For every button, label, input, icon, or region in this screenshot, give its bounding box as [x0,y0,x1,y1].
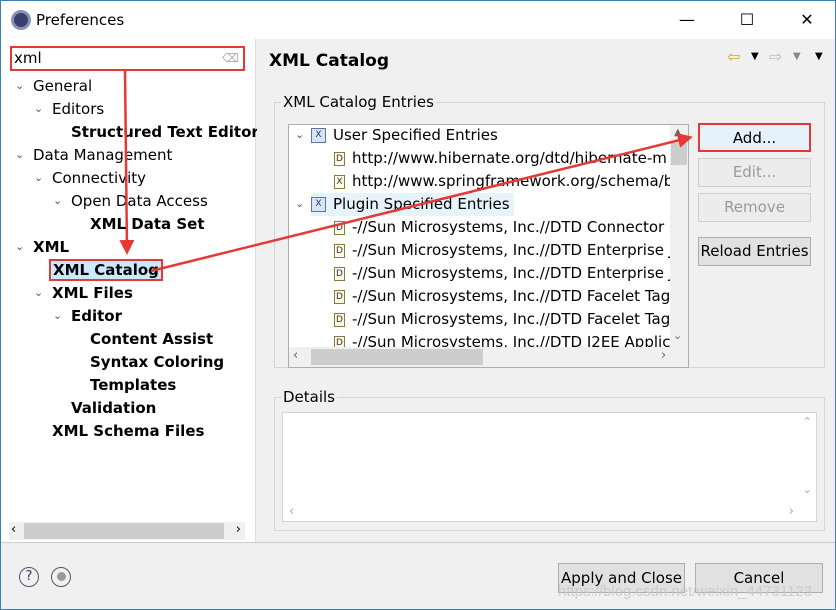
expand-chevron-icon[interactable]: ⌄ [15,236,24,258]
catalog-entry[interactable]: D -//Sun Microsystems, Inc.//DTD Facelet … [334,308,674,331]
tree-item[interactable]: Templates [90,374,176,396]
dtd-file-icon: D [334,220,345,235]
scroll-up-icon[interactable]: ⌃ [803,415,812,428]
entry-label: -//Sun Microsystems, Inc.//DTD Facelet T… [352,310,675,328]
dtd-file-icon: D [334,289,345,304]
details-text-area[interactable]: ⌃ ⌄ ‹ › [282,412,817,522]
dtd-file-icon: D [334,266,345,281]
edit-button[interactable]: Edit... [698,158,811,187]
tree-item[interactable]: XML Catalog [49,259,163,281]
expand-chevron-icon[interactable]: ⌄ [53,305,62,327]
entry-label: http://www.springframework.org/schema/b [352,172,674,190]
dtd-file-icon: D [334,312,345,327]
tree-item[interactable]: Content Assist [90,328,213,350]
xsd-file-icon: X [334,174,345,189]
details-group-label: Details [281,388,338,406]
filter-input[interactable]: xml ⌫ [10,46,245,71]
dtd-file-icon: D [334,243,345,258]
catalog-entry[interactable]: D -//Sun Microsystems, Inc.//DTD Enterpri… [334,239,673,262]
scroll-right-icon[interactable]: › [661,348,666,363]
scroll-left-icon[interactable]: ‹ [293,348,298,363]
catalog-entry[interactable]: D -//Sun Microsystems, Inc.//DTD Enterpri… [334,262,673,285]
tree-item[interactable]: XML Data Set [90,213,205,235]
scroll-left-icon[interactable]: ‹ [289,504,294,519]
scroll-down-icon[interactable]: ⌄ [803,483,812,496]
vertical-scroll-thumb[interactable] [671,143,687,165]
entry-label: User Specified Entries [333,126,498,144]
window-title: Preferences [36,11,125,29]
clear-filter-icon[interactable]: ⌫ [222,48,239,69]
tree-item[interactable]: Editors [52,98,104,120]
catalog-entry[interactable]: D -//Sun Microsystems, Inc.//DTD Facelet … [334,285,674,308]
tree-item[interactable]: Connectivity [52,167,146,189]
filter-input-value: xml [14,49,42,67]
entry-label: -//Sun Microsystems, Inc.//DTD Enterpris… [352,241,674,259]
expand-chevron-icon[interactable]: ⌄ [295,125,304,146]
eclipse-icon [11,10,31,30]
help-icon[interactable]: ? [19,567,39,587]
scroll-down-icon[interactable]: ⌄ [673,329,682,342]
expand-chevron-icon[interactable]: ⌄ [53,190,62,212]
tree-item[interactable]: XML Schema Files [52,420,204,442]
watermark: https://blog.csdn.net/weixin_44731123 [558,583,813,600]
remove-button[interactable]: Remove [698,193,811,222]
catalog-icon: X [311,197,326,212]
scroll-thumb[interactable] [24,523,224,539]
footer-divider [1,542,835,543]
catalog-entry[interactable]: Xhttp://www.springframework.org/schema/b [334,170,673,193]
scroll-left-icon[interactable]: ‹ [11,522,16,537]
entry-label: -//Sun Microsystems, Inc.//DTD Connector… [352,218,679,236]
import-export-icon[interactable] [51,567,71,587]
preferences-window: Preferences — ☐ ✕ xml ⌫ ⌄ General ⌄ Editors S… [0,0,836,610]
tree-item[interactable]: Structured Text Editors [71,121,268,143]
view-menu-icon[interactable]: ▼ [815,51,823,62]
forward-dropdown-icon[interactable]: ▼ [793,51,801,62]
minimize-button[interactable]: — [667,7,707,33]
catalog-entries-tree[interactable]: ⌄ X User Specified Entries Dhttp://www.hibe… [288,124,689,368]
catalog-icon: X [311,128,326,143]
add-button[interactable]: Add... [698,123,811,152]
entries-vertical-scrollbar[interactable]: ▲ ⌄ [670,125,688,349]
horizontal-scroll-thumb[interactable] [311,349,483,365]
scroll-right-icon[interactable]: › [236,522,241,537]
entry-label: http://www.hibernate.org/dtd/hibernate-m [352,149,667,167]
tree-horizontal-scrollbar[interactable]: ‹ › [9,522,245,540]
reload-entries-button[interactable]: Reload Entries [698,237,811,266]
page-title: XML Catalog [269,51,389,71]
tree-item[interactable]: Editor [71,305,122,327]
expand-chevron-icon[interactable]: ⌄ [15,75,24,97]
expand-chevron-icon[interactable]: ⌄ [34,282,43,304]
tree-item[interactable]: Data Management [33,144,172,166]
entries-group-label: XML Catalog Entries [281,93,436,111]
tree-item[interactable]: Open Data Access [71,190,208,212]
entries-horizontal-scrollbar[interactable]: ‹ › [289,347,688,367]
close-button[interactable]: ✕ [787,7,827,33]
entry-label: -//Sun Microsystems, Inc.//DTD Enterpris… [352,264,674,282]
entry-label: -//Sun Microsystems, Inc.//DTD Facelet T… [352,287,675,305]
catalog-category[interactable]: X Plugin Specified Entries [311,193,514,216]
entry-label: Plugin Specified Entries [333,195,510,213]
title-bar: Preferences — ☐ ✕ [1,1,835,39]
forward-arrow-icon[interactable]: ⇨ [769,47,782,66]
back-dropdown-icon[interactable]: ▼ [751,51,759,62]
scroll-right-icon[interactable]: › [789,504,794,519]
expand-chevron-icon[interactable]: ⌄ [295,193,304,215]
dtd-file-icon: D [334,151,345,166]
expand-chevron-icon[interactable]: ⌄ [34,98,43,120]
tree-item[interactable]: General [33,75,92,97]
tree-item[interactable]: XML [33,236,69,258]
catalog-entry[interactable]: D -//Sun Microsystems, Inc.//DTD Connecto… [334,216,679,239]
tree-item[interactable]: Validation [71,397,156,419]
scroll-up-icon[interactable]: ▲ [674,127,682,138]
tree-item[interactable]: Syntax Coloring [90,351,224,373]
catalog-entry[interactable]: Dhttp://www.hibernate.org/dtd/hibernate-… [334,147,667,170]
maximize-button[interactable]: ☐ [727,7,767,33]
expand-chevron-icon[interactable]: ⌄ [34,167,43,189]
back-arrow-icon[interactable]: ⇦ [727,47,740,66]
tree-item[interactable]: XML Files [52,282,133,304]
expand-chevron-icon[interactable]: ⌄ [15,144,24,166]
catalog-category[interactable]: X User Specified Entries [311,125,498,147]
